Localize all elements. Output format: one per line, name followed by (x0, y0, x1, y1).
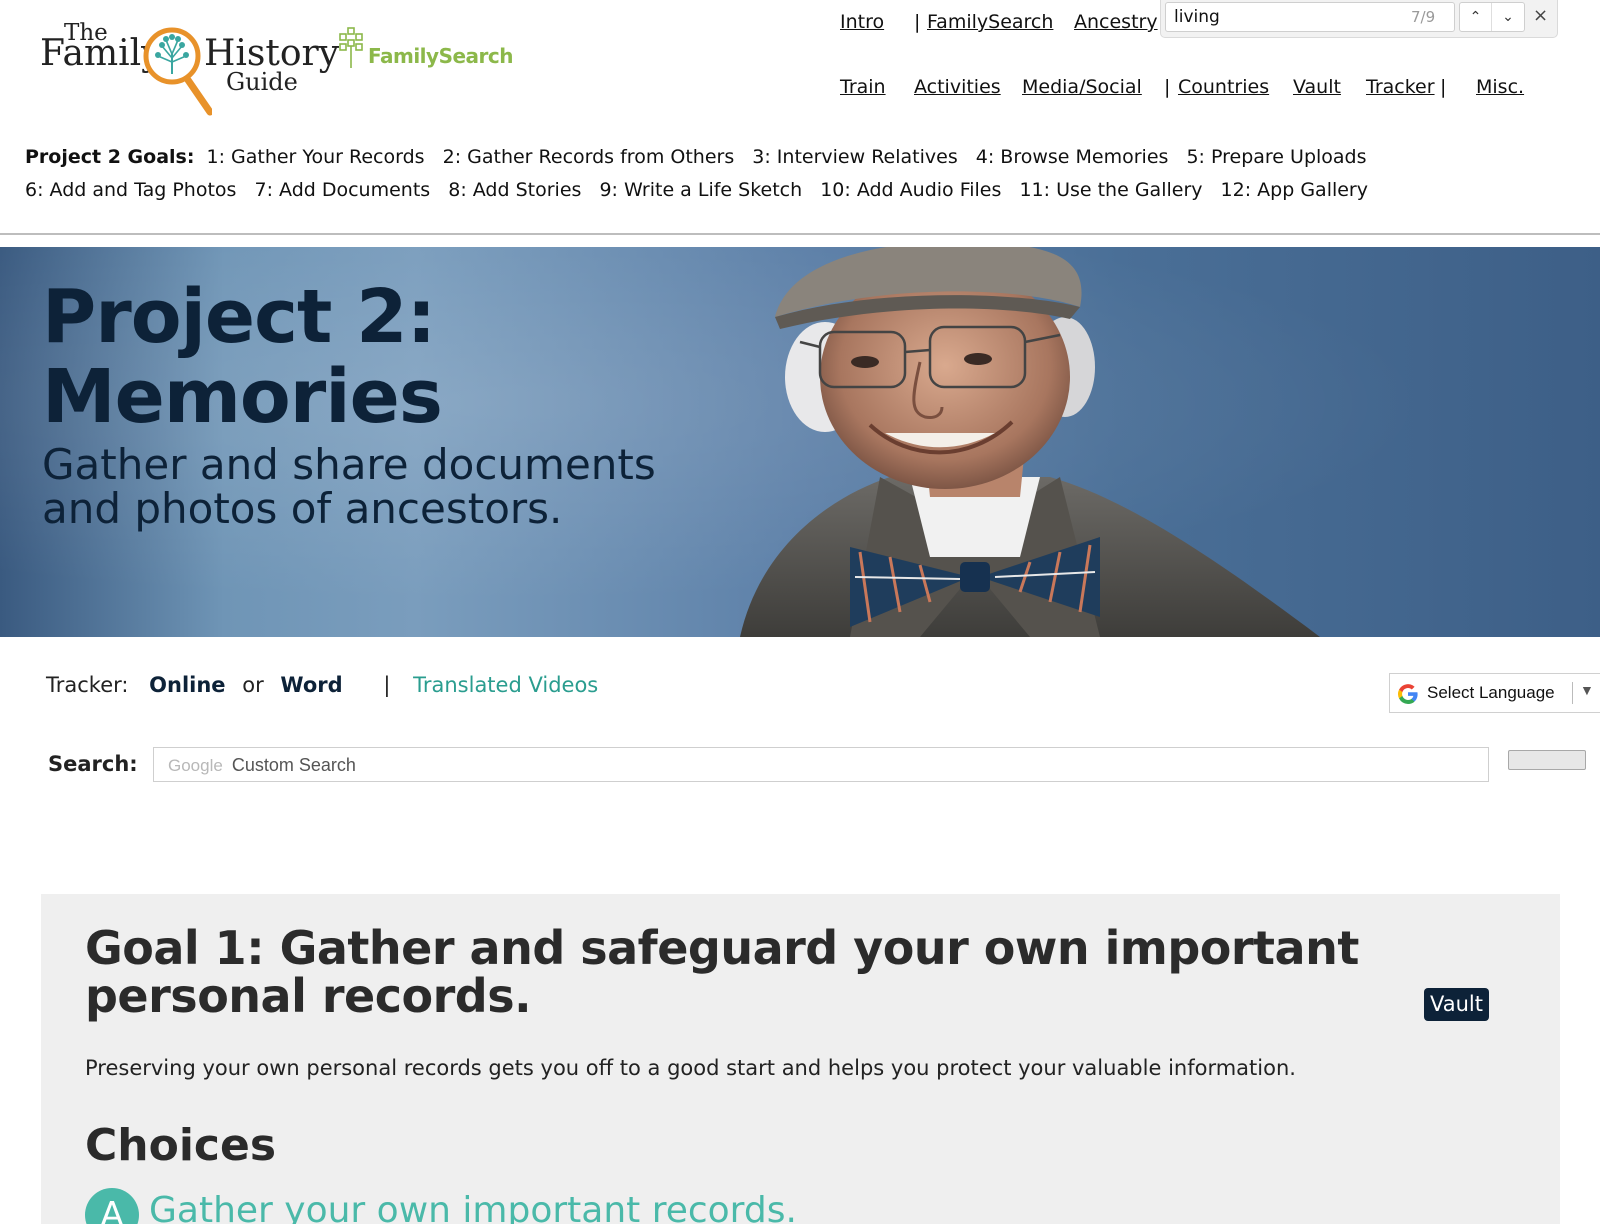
nav-separator: | (1440, 76, 1447, 98)
familysearch-wordmark: FamilySearch (368, 44, 514, 68)
goal-1-panel: Goal 1: Gather and safeguard your own im… (41, 894, 1560, 1224)
goal-link[interactable]: 12: App Gallery (1221, 179, 1368, 201)
nav-misc[interactable]: Misc. (1476, 76, 1524, 98)
tracker-row: Tracker: Online or Word | Translated Vid… (46, 673, 598, 697)
goal-link[interactable]: 2: Gather Records from Others (443, 146, 735, 168)
tracker-word-link[interactable]: Word (280, 673, 342, 697)
browser-find-bar: 7/9 ⌃ ⌄ × (1160, 0, 1558, 38)
familysearch-logo[interactable]: FamilySearch (338, 26, 514, 70)
goal-link[interactable]: 7: Add Documents (255, 179, 431, 201)
goals-label: Project 2 Goals: (25, 146, 195, 168)
dropdown-divider (1572, 682, 1573, 704)
search-button[interactable] (1508, 750, 1586, 770)
magnifier-tree-icon (143, 27, 212, 116)
goal-link[interactable]: 4: Browse Memories (976, 146, 1169, 168)
find-next-icon[interactable]: ⌄ (1492, 3, 1524, 31)
select-language-dropdown[interactable]: Select Language ▼ (1389, 673, 1600, 713)
familysearch-tree-icon (339, 27, 363, 68)
nav-intro[interactable]: Intro (840, 11, 884, 33)
dropdown-arrow-icon: ▼ (1580, 682, 1594, 698)
hero-title-line2: Memories (42, 354, 443, 440)
goal-link[interactable]: 8: Add Stories (448, 179, 581, 201)
nav-media-social[interactable]: Media/Social (1022, 76, 1142, 98)
tracker-separator: | (383, 673, 391, 697)
elderly-man-portrait (740, 247, 1320, 637)
select-language-label: Select Language (1427, 683, 1555, 702)
site-header: The Family History Guide FamilySearch In… (0, 0, 1600, 236)
choice-a-title: Gather your own important records. (149, 1190, 797, 1224)
search-label: Search: (48, 752, 138, 776)
project-goals-nav: Project 2 Goals: 1: Gather Your Records … (25, 141, 1575, 207)
goal-link[interactable]: 6: Add and Tag Photos (25, 179, 236, 201)
hero-title-line1: Project 2: (42, 274, 436, 360)
hero-banner: Project 2: Memories Gather and share doc… (0, 247, 1600, 637)
custom-search-input[interactable]: Google Custom Search (153, 747, 1489, 782)
family-history-guide-logo[interactable]: The Family History Guide (40, 20, 339, 116)
logo-word-history: History (204, 33, 340, 74)
google-watermark: Google (168, 756, 223, 775)
logo-word-guide: Guide (226, 68, 298, 96)
goal-link[interactable]: 10: Add Audio Files (820, 179, 1001, 201)
vault-badge[interactable]: Vault (1424, 988, 1489, 1021)
nav-separator: | (914, 11, 921, 33)
nav-ancestry[interactable]: Ancestry (1074, 11, 1158, 33)
find-match-count: 7/9 (1411, 8, 1436, 26)
google-g-icon (1398, 684, 1418, 704)
goal-link[interactable]: 9: Write a Life Sketch (599, 179, 802, 201)
hero-subtitle: Gather and share documents and photos of… (42, 440, 656, 533)
nav-train[interactable]: Train (840, 76, 886, 98)
nav-tracker[interactable]: Tracker (1366, 76, 1435, 98)
find-previous-icon[interactable]: ⌃ (1460, 3, 1492, 31)
search-placeholder: Custom Search (231, 755, 356, 775)
nav-countries[interactable]: Countries (1178, 76, 1269, 98)
goal-description: Preserving your own personal records get… (85, 1056, 1296, 1080)
nav-familysearch[interactable]: FamilySearch (927, 11, 1053, 33)
find-nav-buttons: ⌃ ⌄ (1459, 2, 1525, 32)
goal-link[interactable]: 1: Gather Your Records (206, 146, 424, 168)
goal-link[interactable]: 11: Use the Gallery (1019, 179, 1202, 201)
nav-separator: | (1164, 76, 1171, 98)
tracker-or: or (242, 673, 264, 697)
nav-activities[interactable]: Activities (914, 76, 1001, 98)
tracker-online-link[interactable]: Online (149, 673, 225, 697)
find-close-icon[interactable]: × (1533, 5, 1548, 26)
hero-title: Project 2: Memories (42, 274, 443, 440)
goal-link[interactable]: 5: Prepare Uploads (1186, 146, 1366, 168)
nav-vault[interactable]: Vault (1293, 76, 1341, 98)
goal-link[interactable]: 3: Interview Relatives (752, 146, 957, 168)
header-divider (0, 233, 1600, 235)
choice-a-letter-badge: A (85, 1188, 139, 1224)
tracker-label: Tracker: (46, 673, 129, 697)
goal-title: Goal 1: Gather and safeguard your own im… (85, 921, 1359, 1023)
translated-videos-link[interactable]: Translated Videos (413, 673, 598, 697)
choices-heading: Choices (85, 1120, 277, 1171)
